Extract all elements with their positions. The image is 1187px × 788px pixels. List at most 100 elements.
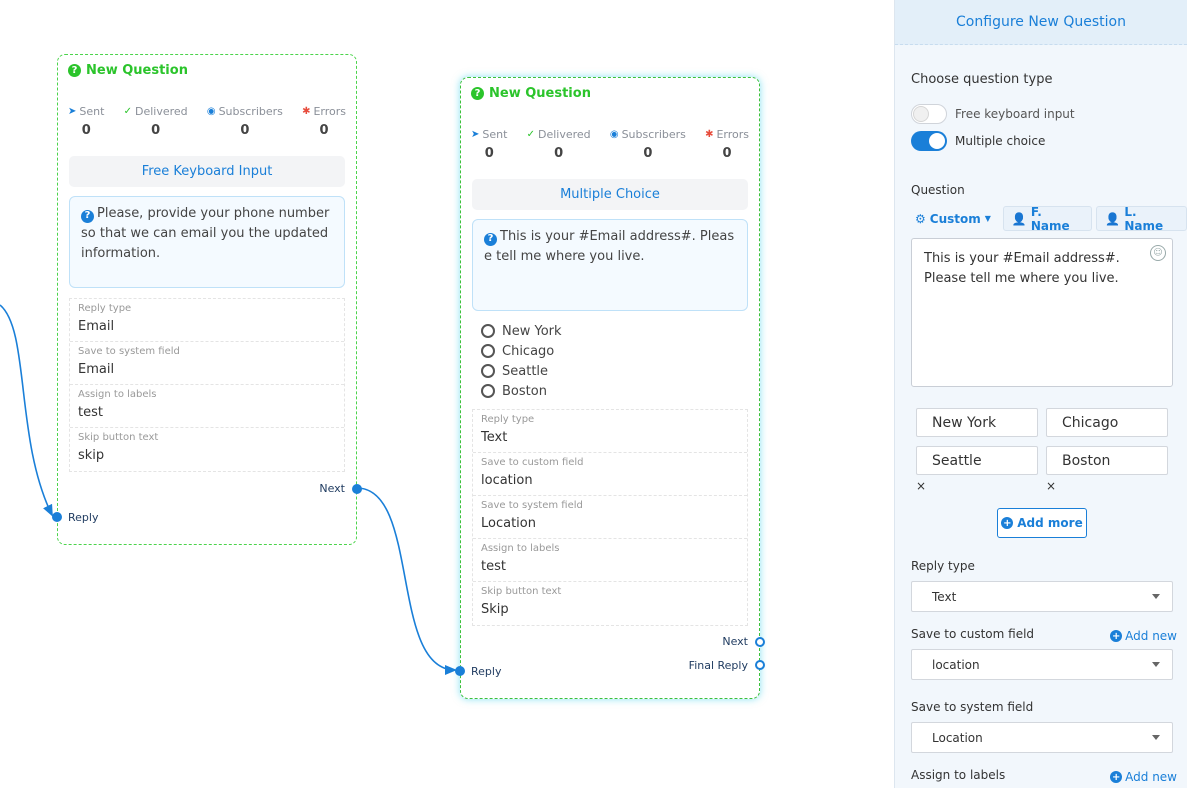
radio-icon — [481, 344, 495, 358]
reply-port-label: Reply — [471, 665, 502, 678]
field-save-system: Save to system field Location — [473, 496, 747, 539]
reply-port-label: Reply — [68, 511, 99, 524]
field-assign-labels: Assign to labels test — [473, 539, 747, 582]
node-stats: ➤ Sent 0 ✓ Delivered 0 ◉ Subscribers 0 ✱ Err… — [471, 128, 749, 161]
custom-field-select[interactable]: location — [911, 649, 1173, 680]
field-reply-type: Reply type Text — [473, 410, 747, 453]
first-name-tag-button[interactable]: 👤 F. Name — [1002, 205, 1093, 233]
system-field-select[interactable]: Location — [911, 722, 1173, 753]
paper-plane-icon: ➤ — [68, 106, 77, 117]
radio-icon — [481, 324, 495, 338]
toggle-switch[interactable] — [911, 131, 947, 151]
panel-title: Configure New Question — [895, 0, 1187, 45]
reply-port[interactable] — [455, 666, 465, 676]
node-title: ? New Question — [471, 86, 591, 101]
node-fields: Reply type Email Save to system field Emai… — [69, 298, 345, 472]
node-fields: Reply type Text Save to custom field locat… — [472, 409, 748, 626]
question-type-pill: Free Keyboard Input — [69, 156, 345, 187]
radio-icon — [481, 384, 495, 398]
choice-item[interactable]: Boston — [481, 381, 562, 401]
add-more-button[interactable]: + Add more — [997, 508, 1087, 538]
reply-type-select[interactable]: Text — [911, 581, 1173, 612]
question-circle-icon: ? — [81, 209, 94, 223]
user-circle-icon: ◉ — [609, 129, 619, 140]
stat-errors: ✱ Errors 0 — [705, 128, 749, 161]
question-circle-icon: ? — [484, 232, 497, 246]
flow-canvas[interactable]: ? New Question ➤ Sent 0 ✓ Delivered 0 ◉ Sub… — [0, 0, 894, 788]
next-port-label: Next — [722, 635, 748, 648]
next-port[interactable] — [352, 484, 362, 494]
question-circle-icon: ? — [471, 87, 484, 100]
question-label: Question — [911, 183, 965, 197]
caret-down-icon — [1152, 735, 1160, 740]
paper-plane-icon: ➤ — [471, 129, 480, 140]
stat-subscribers: ◉ Subscribers 0 — [609, 128, 686, 161]
remove-option-icon[interactable]: × — [1046, 479, 1056, 493]
remove-option-icon[interactable]: × — [916, 479, 926, 493]
stat-subscribers: ◉ Subscribers 0 — [206, 105, 283, 138]
wire-incoming-node1 — [0, 304, 53, 517]
final-reply-port-label: Final Reply — [688, 659, 748, 672]
toggle-free-keyboard[interactable]: Free keyboard input — [911, 104, 1075, 124]
final-reply-port[interactable] — [755, 660, 765, 670]
stat-delivered: ✓ Delivered 0 — [526, 128, 591, 161]
plus-circle-icon: + — [1110, 771, 1123, 783]
check-circle-icon: ✓ — [526, 129, 535, 140]
add-new-custom-field-button[interactable]: + Add new — [1110, 629, 1177, 643]
toggle-switch[interactable] — [911, 104, 947, 124]
question-node-1[interactable]: ? New Question ➤ Sent 0 ✓ Delivered 0 ◉ Sub… — [52, 54, 362, 545]
question-circle-icon: ? — [68, 64, 81, 77]
next-port-label: Next — [319, 482, 345, 495]
field-save-system: Save to system field Email — [70, 342, 344, 385]
field-skip-text: Skip button text skip — [78, 432, 159, 463]
custom-tag-button[interactable]: ⚙ Custom ▼ — [911, 206, 999, 231]
configure-panel: Configure New Question Choose question t… — [894, 0, 1187, 788]
plus-circle-icon: + — [1001, 517, 1014, 529]
option-input[interactable]: New York — [916, 408, 1038, 437]
radio-icon — [481, 364, 495, 378]
stat-errors: ✱ Errors 0 — [302, 105, 346, 138]
user-icon: 👤 — [1011, 211, 1027, 226]
gears-icon: ⚙ — [915, 211, 926, 226]
assign-labels-label: Assign to labels — [911, 768, 1006, 782]
node-title: ? New Question — [68, 63, 188, 78]
last-name-tag-button[interactable]: 👤 L. Name — [1096, 205, 1187, 233]
stat-sent: ➤ Sent 0 — [471, 128, 508, 161]
check-circle-icon: ✓ — [123, 106, 132, 117]
node-stats: ➤ Sent 0 ✓ Delivered 0 ◉ Subscribers 0 ✱ Err… — [68, 105, 346, 138]
question-node-2[interactable]: ? New Question ➤ Sent 0 ✓ Delivered 0 ◉ Sub… — [455, 77, 765, 699]
question-tag-row: ⚙ Custom ▼ 👤 F. Name 👤 L. Name — [911, 205, 1187, 233]
caret-down-icon — [1152, 594, 1160, 599]
stat-sent: ➤ Sent 0 — [68, 105, 105, 138]
question-type-pill: Multiple Choice — [472, 179, 748, 210]
plus-circle-icon: + — [1110, 630, 1123, 642]
field-reply-type: Reply type Email — [70, 299, 344, 342]
caret-down-icon: ▼ — [984, 214, 991, 223]
user-circle-icon: ◉ — [206, 106, 216, 117]
choice-item[interactable]: Seattle — [481, 361, 562, 381]
next-port[interactable] — [755, 637, 765, 647]
system-field-label: Save to system field — [911, 700, 1034, 714]
bug-icon: ✱ — [705, 129, 714, 140]
choice-item[interactable]: Chicago — [481, 341, 562, 361]
choice-list: New York Chicago Seattle Boston — [481, 321, 562, 401]
bug-icon: ✱ — [302, 106, 311, 117]
custom-field-label: Save to custom field — [911, 627, 1035, 641]
field-assign-labels: Assign to labels test — [70, 385, 344, 428]
option-input[interactable]: Chicago — [1046, 408, 1168, 437]
question-message: ? This is your #Email address#. Please te… — [472, 219, 748, 311]
wire-node1-to-node2 — [356, 487, 457, 675]
user-icon: 👤 — [1105, 211, 1121, 226]
option-input[interactable]: Boston — [1046, 446, 1168, 475]
choice-item[interactable]: New York — [481, 321, 562, 341]
reply-port[interactable] — [52, 512, 62, 522]
field-save-custom: Save to custom field location — [473, 453, 747, 496]
question-textarea[interactable]: This is your #Email address#. Please tel… — [911, 238, 1173, 387]
add-new-label-button[interactable]: + Add new — [1110, 770, 1177, 784]
emoji-icon[interactable]: ☺ — [1150, 245, 1166, 261]
option-input[interactable]: Seattle — [916, 446, 1038, 475]
caret-down-icon — [1152, 662, 1160, 667]
toggle-multiple-choice[interactable]: Multiple choice — [911, 131, 1045, 151]
question-message: ? Please, provide your phone number so th… — [69, 196, 345, 288]
stat-delivered: ✓ Delivered 0 — [123, 105, 188, 138]
